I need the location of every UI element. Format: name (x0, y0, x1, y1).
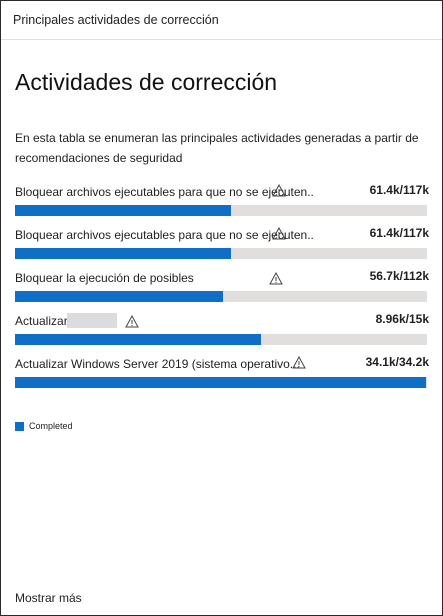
warning-icon (292, 356, 306, 369)
warning-icon (269, 272, 283, 285)
progress-fill (15, 205, 232, 216)
remediation-card: Principales actividades de corrección Ac… (0, 0, 443, 616)
activity-row[interactable]: Bloquear archivos ejecutables para que n… (15, 181, 429, 224)
legend-swatch (15, 421, 24, 431)
page-title: Actividades de corrección (15, 69, 278, 95)
progress-fill (15, 334, 261, 345)
activity-label: Bloquear archivos ejecutables para que n… (15, 185, 315, 199)
progress-track (15, 291, 427, 302)
warning-icon (125, 315, 139, 328)
progress-track (15, 377, 427, 388)
progress-track (15, 248, 427, 259)
activity-row[interactable]: Actualizar Windows Server 2019 (sistema … (15, 353, 429, 396)
card-header: Principales actividades de corrección (1, 1, 442, 40)
card-description: En esta tabla se enumeran las principale… (15, 131, 419, 165)
activity-label: Actualizar Windows Server 2019 (sistema … (15, 357, 300, 371)
progress-track (15, 334, 427, 345)
activity-value: 34.1k/34.2k (365, 355, 429, 369)
warning-icon (272, 227, 286, 240)
legend-label: Completed (29, 421, 73, 431)
activity-row[interactable]: Actualizar 8.96k/15k (15, 310, 429, 353)
progress-fill (15, 291, 224, 302)
activity-value: 56.7k/112k (369, 269, 429, 283)
activity-label: Bloquear archivos ejecutables para que n… (15, 228, 315, 242)
activity-row[interactable]: Bloquear la ejecución de posibles 56.7k/… (15, 267, 429, 310)
activity-value: 61.4k/117k (369, 183, 429, 197)
activity-label: Bloquear la ejecución de posibles (15, 271, 194, 285)
activity-label: Actualizar (15, 314, 68, 328)
redacted-text (67, 313, 117, 328)
progress-track (15, 205, 427, 216)
activity-value: 8.96k/15k (375, 312, 429, 326)
progress-fill (15, 248, 232, 259)
progress-fill (15, 377, 426, 388)
card-header-title: Principales actividades de corrección (13, 13, 219, 27)
chart-legend: Completed (15, 421, 73, 431)
activity-value: 61.4k/117k (369, 226, 429, 240)
warning-icon (272, 184, 286, 197)
show-more-link[interactable]: Mostrar más (15, 591, 82, 605)
activity-row[interactable]: Bloquear archivos ejecutables para que n… (15, 224, 429, 267)
activity-list: Bloquear archivos ejecutables para que n… (15, 181, 429, 396)
